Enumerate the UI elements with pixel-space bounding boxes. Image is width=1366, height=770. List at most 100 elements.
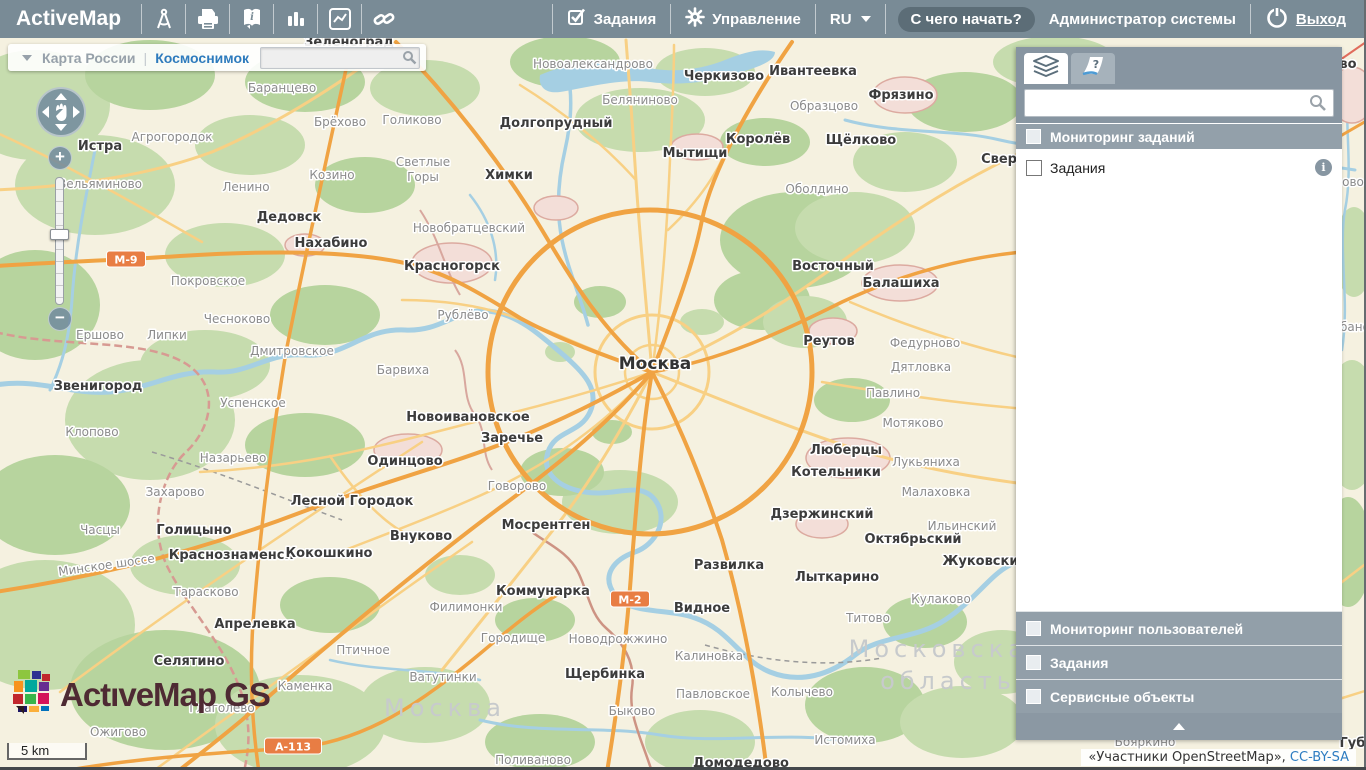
zoom-slider-handle[interactable] (50, 229, 69, 240)
svg-text:i: i (250, 12, 254, 23)
map-search-input[interactable] (264, 48, 398, 68)
map-attribution: «Участники OpenStreetMap», CC-BY-SA (1081, 749, 1356, 766)
map-label: Голиково (382, 113, 441, 127)
logout-button[interactable]: Выход (1251, 0, 1366, 38)
statistics-button[interactable] (274, 0, 317, 38)
map-label: Оболдино (785, 182, 848, 196)
nav-tasks[interactable]: Задания (553, 0, 671, 38)
map-label: Беляниново (602, 93, 678, 107)
tab-legend[interactable]: ? (1071, 53, 1115, 84)
map-label: Агрогородок (132, 130, 213, 144)
layer-group-monitoring-users[interactable]: Мониторинг пользователей (1016, 611, 1342, 645)
layer-group-content: Задания i (1016, 149, 1342, 611)
pan-left-icon[interactable] (42, 106, 49, 118)
layer-group-tasks[interactable]: Задания (1016, 645, 1342, 679)
pan-control[interactable] (36, 87, 86, 137)
map-label: Голицыно (156, 523, 231, 538)
map-label: Козино (309, 168, 354, 182)
gear-icon (685, 7, 705, 31)
map-label: Кулаково (911, 592, 971, 606)
link-button[interactable] (362, 0, 405, 38)
map-label: Новоалександрово (533, 57, 653, 71)
map-label: Дедовск (257, 210, 322, 225)
getting-started-button[interactable]: С чего начать? (898, 7, 1035, 32)
map-label: Долгопрудный (500, 116, 613, 131)
map-label: Лесной Городок (291, 494, 414, 509)
map-label: Москва (619, 354, 691, 374)
road-shield: М-2 (611, 591, 650, 607)
logo-text: ActıveMap GS (60, 676, 270, 714)
map-label: Видное (674, 601, 730, 616)
chevron-down-icon[interactable] (22, 55, 32, 61)
map-label: Восточный (792, 259, 874, 274)
map-label: Новобратцевский (413, 221, 525, 235)
nav-management[interactable]: Управление (671, 0, 815, 38)
map-label: Говорово (488, 479, 546, 493)
tab-layers[interactable] (1024, 53, 1068, 84)
zoom-slider-track[interactable] (55, 177, 64, 305)
compass-icon (153, 7, 175, 31)
pan-up-icon[interactable] (55, 93, 67, 100)
svg-text:М-9: М-9 (114, 254, 137, 267)
pan-down-icon[interactable] (55, 124, 67, 131)
map-label: Балашиха (862, 276, 939, 291)
chevron-down-icon (861, 16, 871, 22)
attribution-license-link[interactable]: CC-BY-SA (1290, 750, 1349, 765)
layer-checkbox[interactable] (1026, 160, 1042, 176)
map-label: Малаховка (902, 485, 971, 499)
graphs-button[interactable] (318, 0, 361, 38)
search-icon[interactable] (1309, 94, 1327, 117)
layer-row-tasks[interactable]: Задания i (1016, 149, 1342, 186)
map-label: Чесноково (204, 312, 270, 326)
map-label: Быково (609, 704, 656, 718)
pan-right-icon[interactable] (73, 106, 80, 118)
map-label: Котельники (791, 465, 881, 480)
bar-chart-icon (285, 9, 307, 29)
layer-group-service-objects[interactable]: Сервисные объекты (1016, 679, 1342, 713)
layer-group-monitoring-tasks[interactable]: Мониторинг заданий (1016, 124, 1342, 149)
app-brand: ActiveMap (0, 7, 141, 31)
language-dropdown[interactable]: RU (816, 0, 885, 38)
search-icon[interactable] (402, 50, 417, 70)
power-icon (1265, 5, 1289, 33)
map-label: Каменка (278, 679, 333, 693)
map-label: Ершово (76, 328, 124, 342)
map-label: Лукьяниха (892, 455, 960, 469)
map-label: Дятловка (891, 360, 951, 374)
attribution-text: «Участники OpenStreetMap», (1088, 750, 1290, 765)
layer-panel-tabs: ? (1016, 47, 1342, 84)
map-label: Дзержинский (770, 507, 873, 522)
zoom-in-button[interactable]: + (48, 146, 72, 170)
map-label: Красногорск (404, 259, 500, 274)
road-shield: М-9 (107, 251, 146, 267)
print-button[interactable] (186, 0, 229, 38)
layer-search-input[interactable] (1030, 92, 1304, 114)
current-user-label: Администратор системы (1035, 11, 1250, 28)
map-label: Одинцово (367, 454, 442, 469)
basemap-option-satellite[interactable]: Космоснимок (155, 50, 249, 66)
group-checkbox[interactable] (1026, 689, 1041, 704)
nav-management-label: Управление (712, 11, 801, 28)
top-toolbar: ActiveMap i Задания Управление RU С чего… (0, 0, 1366, 38)
basemap-option-map[interactable]: Карта России (42, 50, 136, 66)
map-label: Колычево (771, 685, 833, 699)
basemap-switcher: Карта России | Космоснимок (8, 44, 426, 71)
book-info-icon: i (240, 7, 264, 31)
layer-label: Задания (1050, 160, 1307, 176)
panel-collapse-button[interactable] (1016, 713, 1342, 740)
group-checkbox[interactable] (1026, 655, 1041, 670)
measure-button[interactable] (142, 0, 185, 38)
group-label: Мониторинг пользователей (1050, 621, 1243, 637)
scale-bar: 5 km (7, 743, 87, 760)
map-label: Селятино (154, 654, 225, 669)
map-label: Птичное (336, 643, 389, 657)
checkbox-check-icon (567, 7, 587, 31)
info-icon[interactable]: i (1315, 159, 1332, 176)
zoom-out-button[interactable]: − (48, 307, 72, 331)
map-label: бано (1340, 320, 1366, 334)
reference-button[interactable]: i (230, 0, 273, 38)
map-label: Краснознаменск (169, 548, 294, 563)
group-checkbox[interactable] (1026, 621, 1041, 636)
map-label: Кокошкино (286, 546, 373, 561)
group-checkbox[interactable] (1026, 129, 1041, 144)
